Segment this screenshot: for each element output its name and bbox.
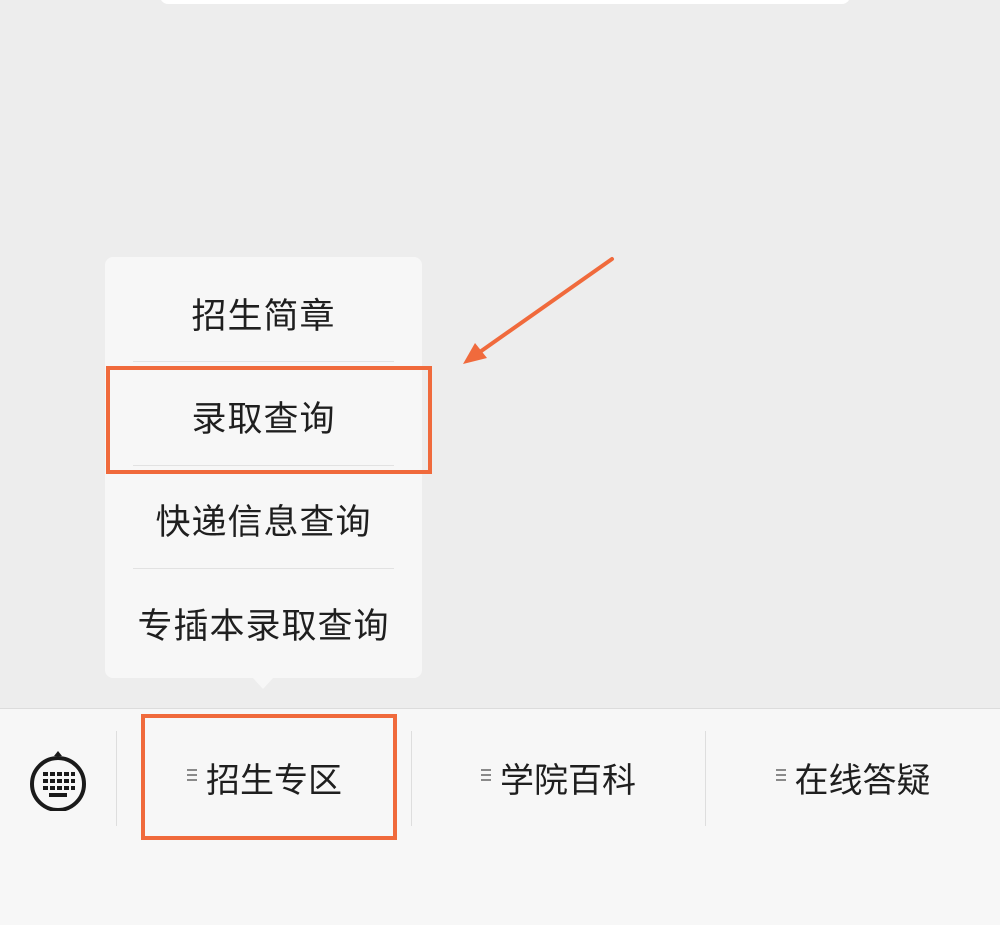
- menu-lines-icon: [481, 768, 491, 782]
- tab-admission-zone-label: 招生专区: [206, 760, 342, 801]
- tab-college-encyclopedia[interactable]: 学院百科: [412, 727, 705, 827]
- annotation-arrow-icon: [463, 257, 614, 364]
- menu-item-admission-query[interactable]: 录取查询: [105, 364, 422, 468]
- popup-pointer: [252, 677, 274, 689]
- top-message-card: [160, 0, 850, 4]
- menu-lines-icon: [187, 768, 197, 782]
- tab-divider: [116, 731, 117, 826]
- tab-college-encyclopedia-label: 学院百科: [500, 760, 636, 801]
- chat-screen: 招生简章 录取查询 快递信息查询 专插本录取查询 招生专区 学院百科 在线答疑: [0, 0, 1000, 925]
- keyboard-toggle-button[interactable]: [27, 749, 89, 812]
- submenu-popup: 招生简章 录取查询 快递信息查询 专插本录取查询: [105, 257, 422, 678]
- menu-item-express-query[interactable]: 快递信息查询: [105, 467, 422, 571]
- keyboard-icon: [30, 751, 86, 812]
- menu-item-upgrade-admission-query[interactable]: 专插本录取查询: [105, 571, 422, 675]
- menu-item-admission-brochure[interactable]: 招生简章: [105, 261, 422, 365]
- menu-divider: [133, 568, 394, 569]
- menu-divider: [133, 465, 394, 466]
- tab-admission-zone[interactable]: 招生专区: [118, 727, 411, 827]
- tab-online-qa-label: 在线答疑: [794, 760, 931, 801]
- menu-lines-icon: [775, 768, 786, 782]
- menu-divider: [133, 361, 394, 362]
- tab-online-qa[interactable]: 在线答疑: [706, 727, 1000, 827]
- bottom-menu-bar: 招生专区 学院百科 在线答疑: [0, 708, 1000, 925]
